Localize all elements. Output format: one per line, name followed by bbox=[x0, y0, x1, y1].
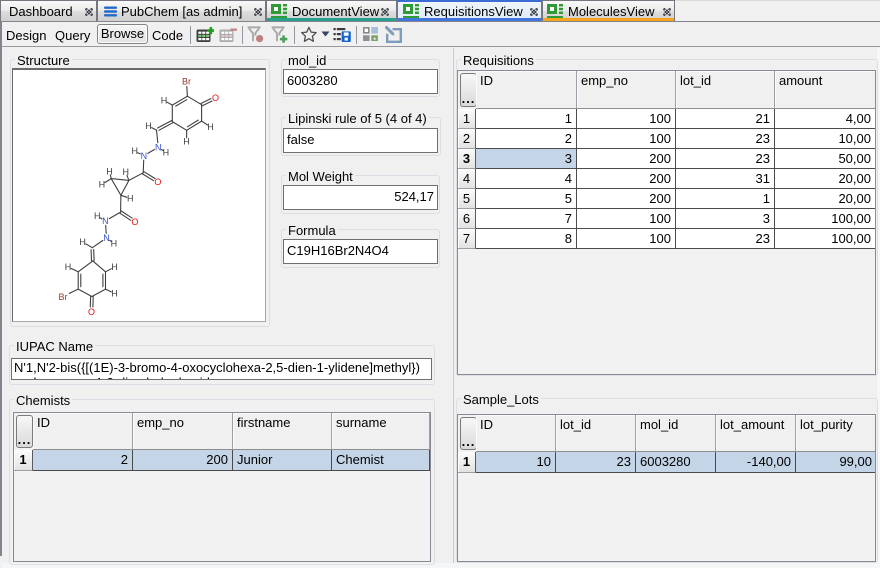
svg-text:O: O bbox=[212, 93, 219, 103]
svg-text:H: H bbox=[111, 262, 118, 272]
svg-text:H: H bbox=[161, 96, 168, 106]
svg-text:H: H bbox=[131, 146, 138, 156]
svg-text:H: H bbox=[111, 289, 118, 299]
svg-text:H: H bbox=[145, 121, 152, 131]
svg-text:H: H bbox=[111, 239, 118, 249]
svg-text:H: H bbox=[163, 148, 170, 158]
svg-text:H: H bbox=[79, 237, 86, 247]
svg-text:H: H bbox=[183, 137, 190, 147]
svg-text:H: H bbox=[99, 179, 106, 189]
svg-text:H: H bbox=[127, 194, 134, 204]
svg-text:N: N bbox=[103, 233, 110, 243]
svg-text:N: N bbox=[141, 151, 148, 161]
svg-text:O: O bbox=[88, 307, 95, 317]
svg-text:O: O bbox=[154, 177, 161, 187]
svg-text:N: N bbox=[102, 216, 109, 226]
svg-text:O: O bbox=[131, 217, 138, 227]
svg-text:H: H bbox=[207, 122, 214, 132]
svg-text:H: H bbox=[122, 167, 129, 177]
svg-text:N: N bbox=[155, 143, 162, 153]
svg-text:H: H bbox=[94, 211, 101, 221]
svg-text:Br: Br bbox=[59, 292, 68, 302]
svg-text:H: H bbox=[106, 166, 113, 176]
svg-text:H: H bbox=[65, 262, 72, 272]
svg-text:Br: Br bbox=[182, 76, 191, 86]
